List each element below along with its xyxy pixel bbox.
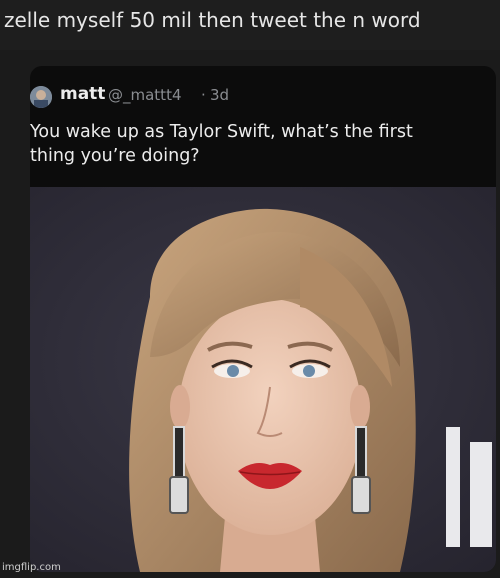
- left-earring-drop: [169, 476, 189, 514]
- left-earring: [173, 426, 185, 478]
- right-earring: [355, 426, 367, 478]
- tweet-text-line: You wake up as Taylor Swift, what’s the …: [30, 122, 413, 142]
- author-name[interactable]: matt: [60, 84, 105, 104]
- meme-caption-text: zelle myself 50 mil then tweet the n wor…: [4, 8, 421, 32]
- right-ear: [350, 385, 370, 429]
- right-earring-drop: [351, 476, 371, 514]
- left-ear: [170, 385, 190, 429]
- imgflip-watermark: imgflip.com: [2, 562, 61, 573]
- tweet-age[interactable]: 3d: [210, 86, 229, 104]
- portrait-illustration: [30, 187, 496, 572]
- quoted-tweet-card[interactable]: matt @_mattt4 · 3d You wake up as Taylor…: [30, 66, 496, 572]
- right-iris: [303, 365, 315, 377]
- tweet-text-line: thing you’re doing?: [30, 146, 200, 166]
- backdrop-letter: [446, 427, 460, 547]
- backdrop-letter: [470, 442, 492, 547]
- meme-caption-bar: zelle myself 50 mil then tweet the n wor…: [0, 0, 500, 50]
- avatar[interactable]: [30, 86, 52, 108]
- meta-separator: ·: [201, 86, 206, 104]
- tweet-header: matt @_mattt4 · 3d You wake up as Taylor…: [30, 66, 496, 186]
- tweet-photo[interactable]: [30, 187, 496, 572]
- face: [178, 299, 362, 535]
- left-iris: [227, 365, 239, 377]
- tweet-text: You wake up as Taylor Swift, what’s the …: [30, 120, 490, 168]
- author-handle[interactable]: @_mattt4: [108, 86, 182, 104]
